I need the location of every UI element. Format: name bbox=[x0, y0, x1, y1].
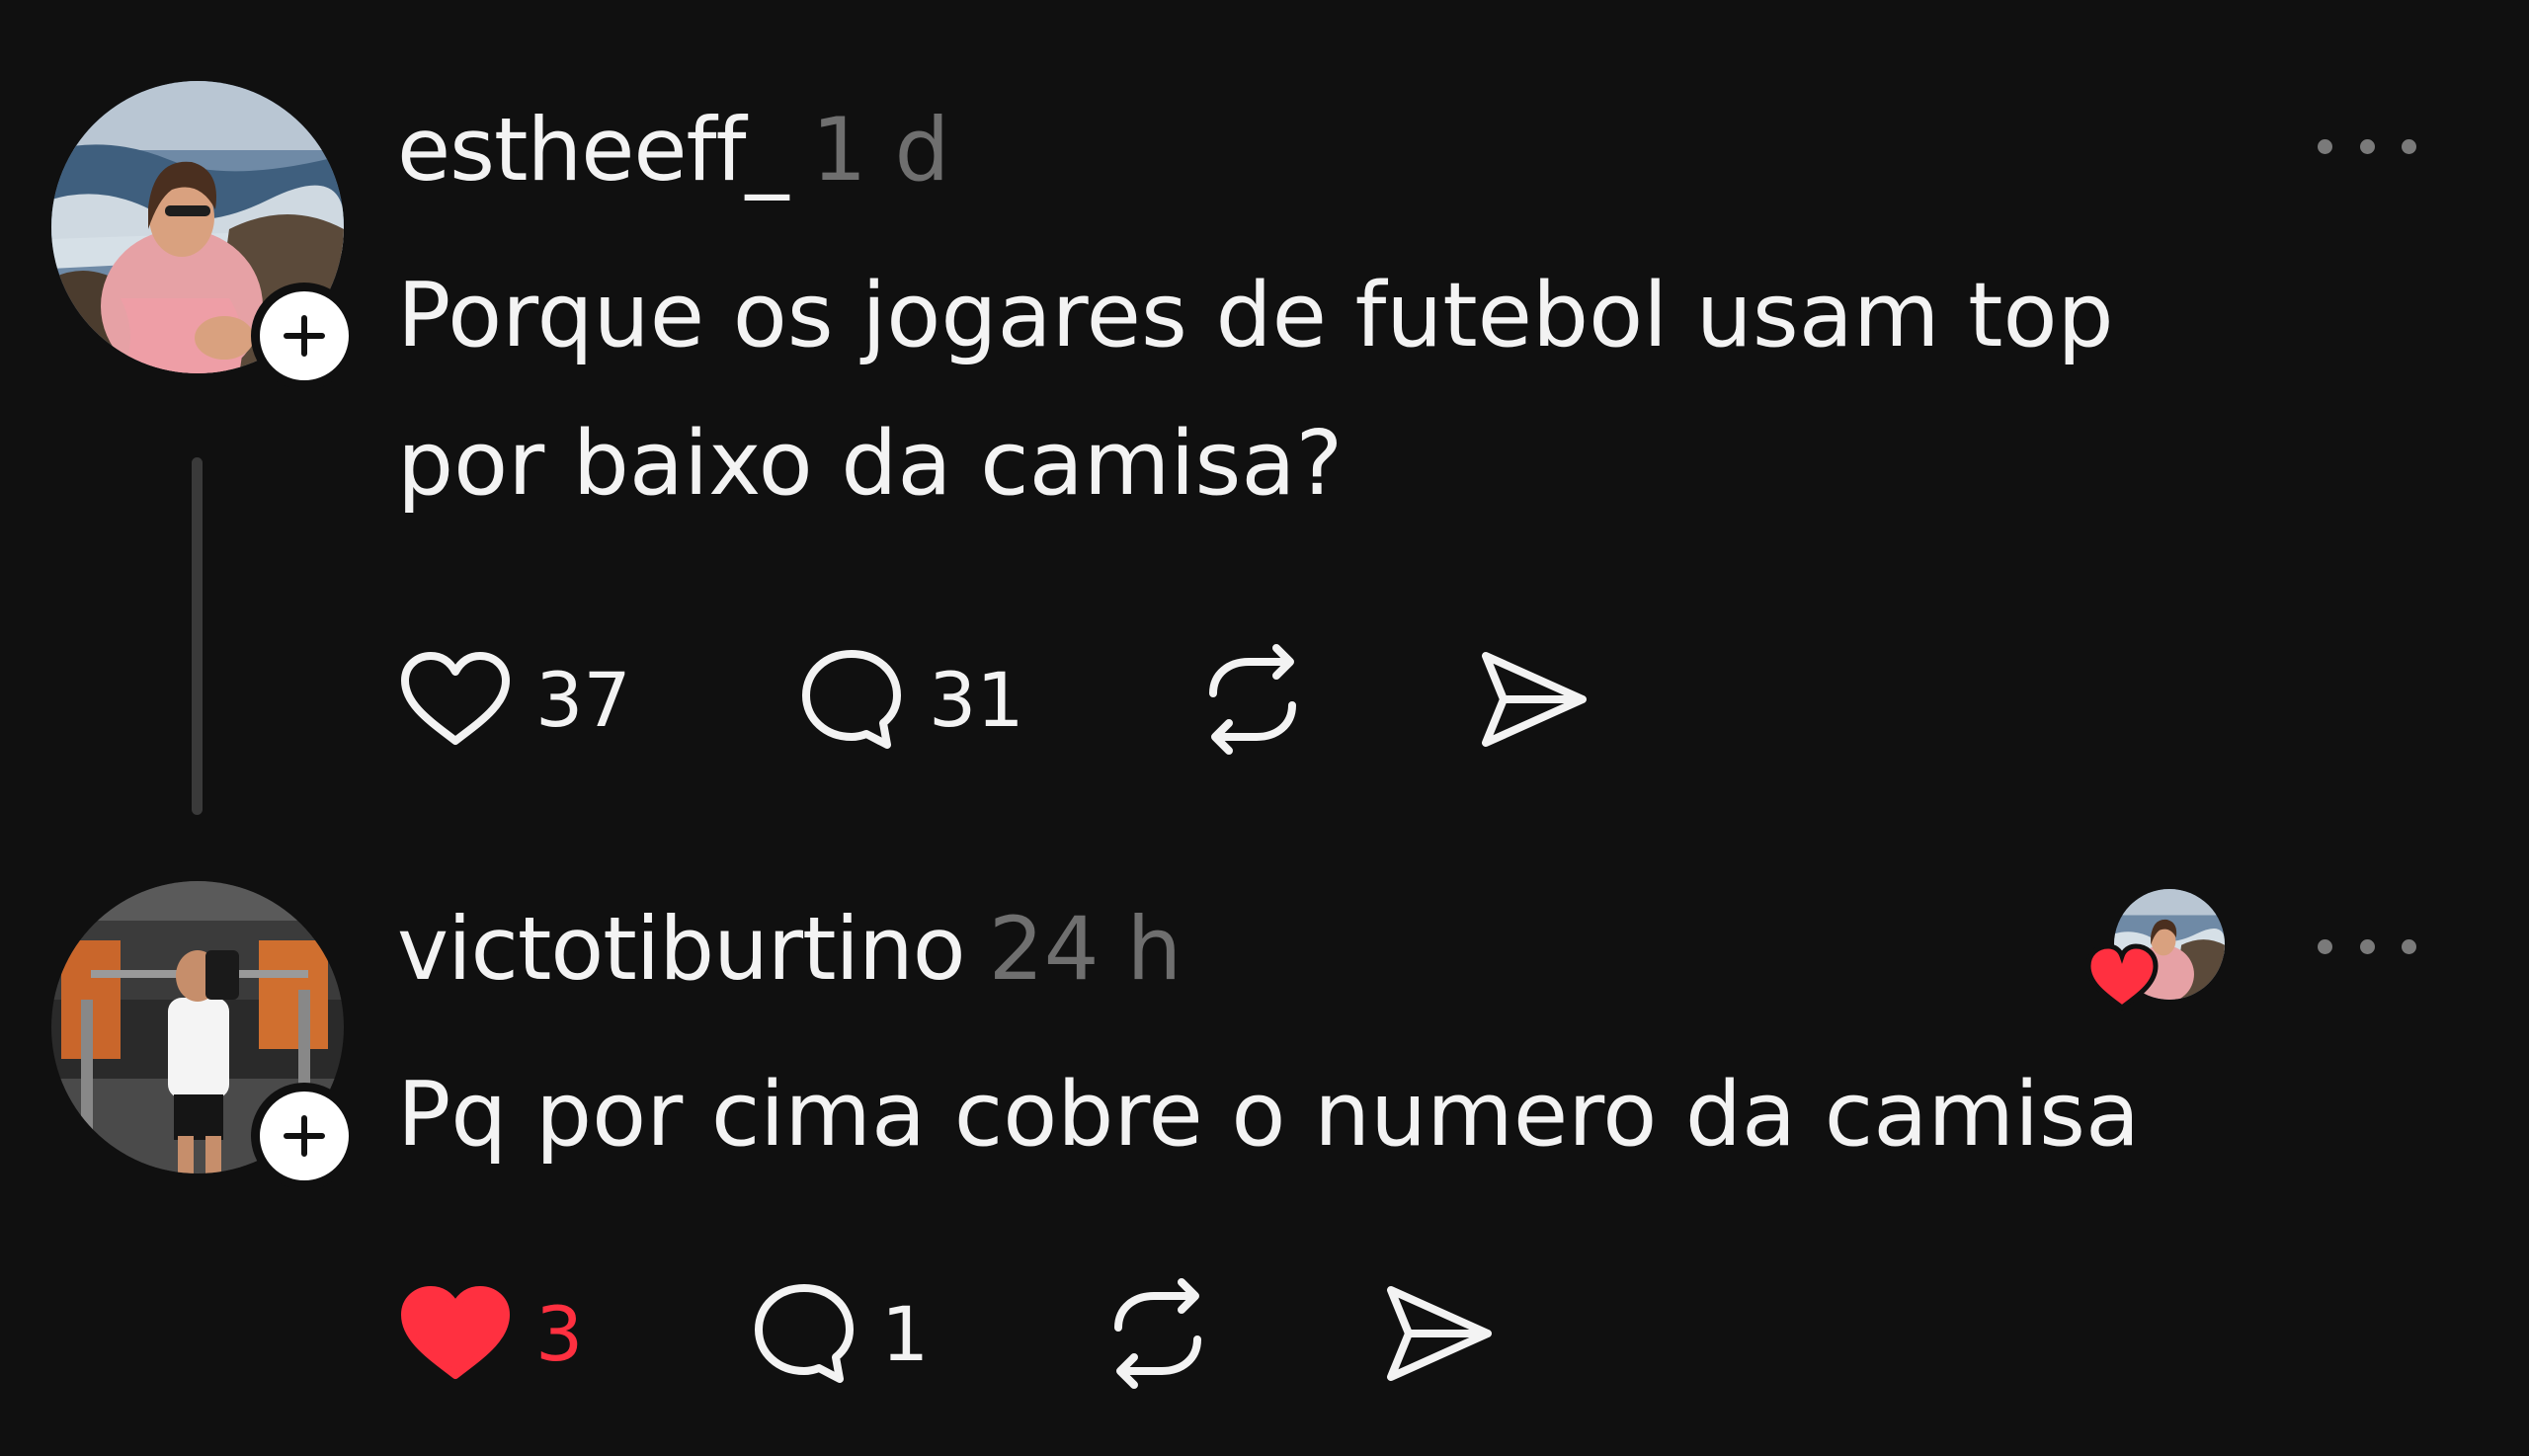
timestamp: 1 d bbox=[811, 99, 950, 201]
username[interactable]: victotiburtino bbox=[397, 898, 966, 1000]
repost-icon bbox=[1114, 1278, 1201, 1389]
heart-icon-filled bbox=[401, 1286, 510, 1379]
reply-count: 1 bbox=[881, 1289, 930, 1378]
post-text: Pq por cima cobre o numero da camisa bbox=[397, 1063, 2141, 1167]
follow-button[interactable] bbox=[251, 283, 358, 389]
liked-by-author-indicator bbox=[2085, 889, 2225, 1011]
like-button[interactable]: 37 bbox=[397, 640, 631, 759]
like-count: 3 bbox=[535, 1289, 584, 1378]
speech-bubble-icon bbox=[755, 1284, 854, 1383]
post-text: Porque os jogares de futebol usam top po… bbox=[397, 264, 2114, 516]
more-options-button[interactable] bbox=[2318, 126, 2416, 166]
ellipsis-icon-dot bbox=[2359, 138, 2375, 154]
repost-button[interactable] bbox=[1099, 1274, 1217, 1393]
like-count: 37 bbox=[535, 655, 631, 744]
repost-icon bbox=[1209, 644, 1296, 755]
post-header: victotiburtino 24 h bbox=[397, 906, 1182, 993]
share-button[interactable] bbox=[1474, 640, 1592, 759]
author-avatar-wrap bbox=[51, 81, 358, 389]
reply-button[interactable]: 1 bbox=[749, 1274, 929, 1393]
reply-count: 31 bbox=[929, 655, 1024, 744]
author-avatar-wrap bbox=[51, 881, 358, 1189]
username[interactable]: estheeff_ bbox=[397, 99, 789, 201]
more-options-button[interactable] bbox=[2318, 927, 2416, 966]
repost-button[interactable] bbox=[1193, 640, 1312, 759]
ellipsis-icon bbox=[2318, 938, 2332, 954]
ellipsis-icon-dot bbox=[2359, 938, 2375, 954]
thread-line bbox=[192, 457, 203, 815]
heart-icon bbox=[2085, 943, 2159, 1011]
timestamp: 24 h bbox=[988, 898, 1183, 1000]
ellipsis-icon bbox=[2318, 138, 2332, 154]
ellipsis-icon-dot bbox=[2402, 138, 2416, 154]
follow-button[interactable] bbox=[251, 1083, 358, 1189]
reply-button[interactable]: 31 bbox=[796, 640, 1024, 759]
post-header: estheeff_ 1 d bbox=[397, 107, 949, 194]
send-icon bbox=[1387, 1286, 1492, 1381]
speech-bubble-icon bbox=[802, 650, 901, 749]
plus-icon bbox=[284, 1115, 325, 1157]
heart-icon bbox=[401, 652, 510, 745]
plus-icon bbox=[284, 315, 325, 357]
send-icon bbox=[1482, 652, 1587, 747]
share-button[interactable] bbox=[1379, 1274, 1498, 1393]
like-button[interactable]: 3 bbox=[397, 1274, 583, 1393]
ellipsis-icon-dot bbox=[2402, 938, 2416, 954]
